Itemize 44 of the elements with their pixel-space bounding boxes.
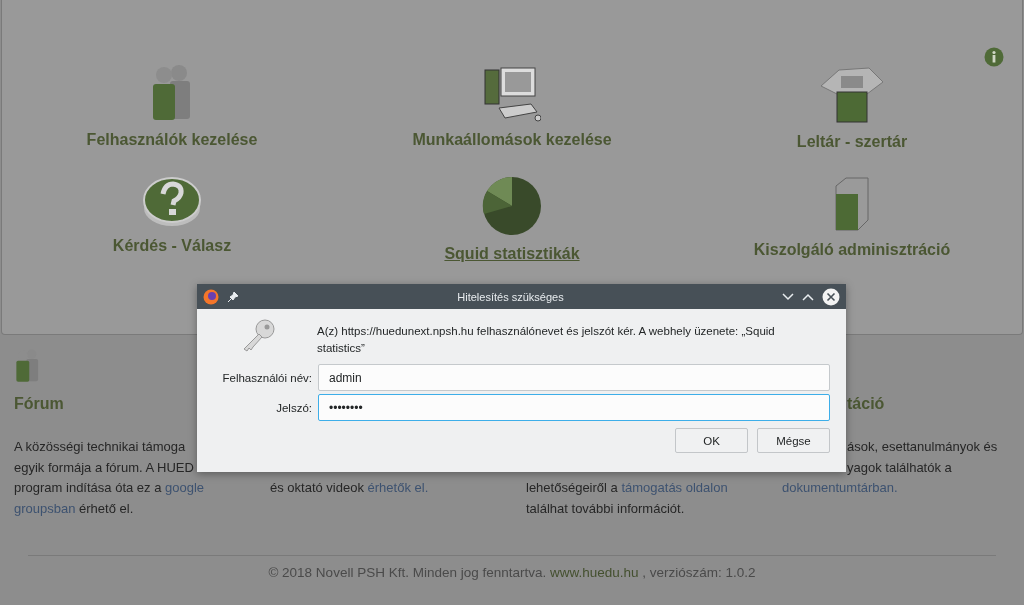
field-label: Felhasználói név: [221,371,312,384]
server-icon [834,176,870,232]
computer-icon [483,64,541,122]
paragraph-line: lehetőségeiről a támogatás oldalon [526,479,728,498]
pie-chart-icon [482,176,542,236]
link[interactable]: dokumentumtárban. [782,480,898,496]
pin-icon[interactable] [227,290,239,303]
tile-link[interactable]: Munkaállomások kezelése [412,128,612,152]
question-icon [143,176,201,228]
browser-icon [203,288,219,305]
minimize-icon[interactable] [782,292,794,301]
section-title: Fórum [14,395,64,413]
paragraph-line: és oktató videok érhetők el. [270,479,429,498]
tile-link[interactable]: Kérdés - Válasz [112,234,232,258]
dialog-button[interactable]: OK [675,428,748,453]
tile-link[interactable]: Felhasználók kezelése [86,128,258,152]
paragraph-line: program indítása óta ez a google [14,479,205,498]
maximize-icon[interactable] [802,292,814,301]
dialog-button[interactable]: Mégse [757,428,830,453]
tile-link[interactable]: Kiszolgáló adminisztráció [753,238,951,262]
input-field[interactable]: •••••••• [318,394,830,421]
link[interactable]: érhetők el. [367,480,429,496]
paragraph-line: A közösségi technikai támoga [14,438,186,456]
box-icon [819,64,885,124]
dialog-message: A(z) https://huedunext.npsh.hu felhasználónevet és jelszót kér. A webhely üzenete: „Squid statistics” [317,324,776,356]
info-icon[interactable] [984,47,1004,67]
tile-link[interactable]: Squid statisztikák [444,242,580,266]
link[interactable]: támogatás oldalon [621,480,728,496]
dialog-title: Hitelesítés szükséges [456,290,565,303]
link[interactable]: google [165,480,205,496]
paragraph-line: groupsban érhető el. [14,500,134,519]
paragraph-line: yagok találhatók a [847,458,952,477]
tile-link[interactable]: Leltár - szertár [796,130,908,154]
copyright-text: © 2018 Novell PSH Kft. Minden jog fenntartva. www.huedu.hu , verziószám: 1.0.2 [268,565,756,580]
close-icon[interactable] [822,287,840,306]
field-label: Jelszó: [275,401,312,414]
key-icon [241,317,277,353]
paragraph-line: egyik formája a fórum. A HUED [14,458,194,477]
input-field[interactable]: admin [318,364,830,391]
link[interactable]: groupsban [14,501,76,517]
paragraph-line: ások, esettanulmányok és [847,438,998,456]
section-title: táció [847,395,885,413]
paragraph-line: találhat további információt. [526,500,685,519]
link[interactable]: www.huedu.hu [550,565,639,580]
